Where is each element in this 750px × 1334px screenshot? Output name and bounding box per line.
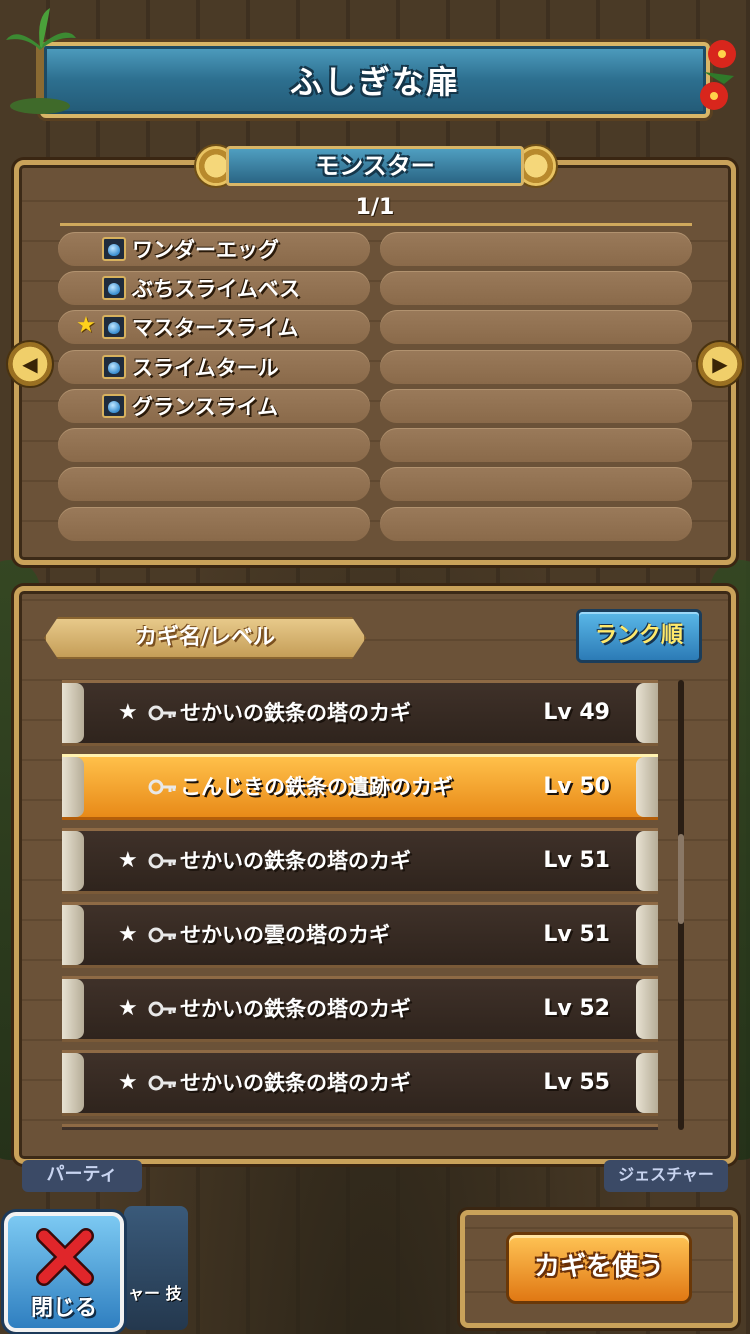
key-level: Lv 50: [543, 774, 610, 799]
character-skill-tile[interactable]: ャー 技: [124, 1206, 188, 1330]
key-name: こんじきの鉄条の遺跡のカギ: [180, 775, 453, 799]
scroll-ornament-left: [62, 905, 84, 965]
monster-name: ワンダーエッグ: [132, 238, 279, 262]
key-row-selected[interactable]: こんじきの鉄条の遺跡のカギ Lv 50: [62, 754, 658, 820]
divider: [60, 223, 692, 226]
key-star-icon: ★: [118, 1070, 138, 1095]
monster-slot[interactable]: グランスライム: [58, 389, 370, 423]
slime-icon: [102, 355, 126, 379]
monster-slot-empty: [380, 232, 692, 266]
key-star-icon: ★: [118, 996, 138, 1021]
monster-slot-empty: [58, 467, 370, 501]
key-icon: [148, 779, 176, 795]
key-level: Lv 55: [543, 1070, 610, 1095]
key-sort-header: カギ名/レベル: [44, 617, 366, 659]
page-title: ふしぎな扉: [289, 63, 460, 101]
favorite-star-icon: ★: [76, 313, 96, 338]
key-level: Lv 51: [543, 848, 610, 873]
scroll-ornament-left: [62, 683, 84, 743]
key-level: Lv 49: [543, 700, 610, 725]
key-row[interactable]: ★ せかいの雲の塔のカギ Lv 51: [62, 902, 658, 968]
scroll-ornament-right: [636, 1053, 658, 1113]
close-button[interactable]: 閉じる: [4, 1212, 124, 1332]
arrow-left-icon: ◀: [22, 352, 38, 376]
key-name: せかいの鉄条の塔のカギ: [180, 701, 411, 725]
key-icon: [148, 927, 176, 943]
use-key-button[interactable]: カギを使う: [506, 1232, 692, 1304]
arrow-right-icon: ▶: [712, 352, 728, 376]
scroll-ornament-left: [62, 757, 84, 817]
scroll-ornament-right: [636, 979, 658, 1039]
key-level: Lv 51: [543, 922, 610, 947]
key-icon: [148, 705, 176, 721]
key-star-icon: ★: [118, 700, 138, 725]
monster-name: マスタースライム: [132, 316, 299, 340]
key-list-scrollbar-thumb[interactable]: [678, 834, 684, 924]
key-icon: [148, 853, 176, 869]
slime-icon: [102, 394, 126, 418]
key-row[interactable]: ★ せかいの鉄条の塔のカギ Lv 55: [62, 1050, 658, 1116]
key-sort-header-label: カギ名/レベル: [134, 625, 276, 650]
party-tab[interactable]: パーティ: [22, 1160, 142, 1192]
use-key-button-label: カギを使う: [533, 1252, 664, 1282]
monster-banner-label: モンスター: [315, 152, 435, 180]
monster-slot-empty: [58, 507, 370, 541]
monster-slot-empty: [380, 310, 692, 344]
monster-slot-empty: [380, 271, 692, 305]
key-icon: [148, 1075, 176, 1091]
monster-name: ぶちスライムベス: [132, 277, 301, 301]
monster-name: スライムタール: [132, 356, 279, 380]
prev-page-button[interactable]: ◀: [6, 340, 54, 388]
monster-banner: モンスター: [226, 146, 524, 186]
next-page-button[interactable]: ▶: [696, 340, 744, 388]
slime-icon: [102, 276, 126, 300]
monster-slot[interactable]: スライムタール: [58, 350, 370, 384]
monster-slot[interactable]: ぶちスライムベス: [58, 271, 370, 305]
key-star-icon: ★: [118, 922, 138, 947]
monster-name: グランスライム: [132, 395, 279, 419]
title-banner: ふしぎな扉: [40, 42, 710, 118]
scroll-ornament-right: [636, 757, 658, 817]
scroll-ornament-right: [636, 683, 658, 743]
slime-icon: [102, 315, 126, 339]
monster-slot-empty: [380, 467, 692, 501]
palm-tree-icon: [6, 8, 76, 114]
rank-sort-button[interactable]: ランク順: [576, 609, 702, 663]
scroll-ornament-left: [62, 831, 84, 891]
close-icon: [36, 1228, 94, 1286]
page-indicator: 1/1: [355, 195, 395, 220]
monster-slot-empty: [380, 507, 692, 541]
scroll-ornament-left: [62, 1053, 84, 1113]
key-name: せかいの鉄条の塔のカギ: [180, 849, 411, 873]
monster-slot-empty: [380, 350, 692, 384]
scroll-ornament-right: [636, 831, 658, 891]
rank-sort-button-label: ランク順: [594, 623, 683, 648]
key-star-icon: ★: [118, 848, 138, 873]
key-row[interactable]: ★ せかいの鉄条の塔のカギ Lv 49: [62, 680, 658, 746]
monster-slot-empty: [58, 428, 370, 462]
key-name: せかいの鉄条の塔のカギ: [180, 1071, 411, 1095]
key-row[interactable]: ★ せかいの鉄条の塔のカギ Lv 51: [62, 828, 658, 894]
key-level: Lv 52: [543, 996, 610, 1021]
key-name: せかいの雲の塔のカギ: [180, 923, 390, 947]
key-icon: [148, 1001, 176, 1017]
scroll-ornament-right: [636, 905, 658, 965]
key-row-partial[interactable]: [62, 1124, 658, 1130]
slime-icon: [102, 237, 126, 261]
monster-slot[interactable]: ワンダーエッグ: [58, 232, 370, 266]
close-button-label: 閉じる: [30, 1296, 97, 1321]
monster-slot[interactable]: マスタースライム: [58, 310, 370, 344]
key-row[interactable]: ★ せかいの鉄条の塔のカギ Lv 52: [62, 976, 658, 1042]
monster-slot-empty: [380, 389, 692, 423]
character-skill-label: ャー 技: [128, 1284, 182, 1303]
monster-slot-empty: [380, 428, 692, 462]
gesture-tab[interactable]: ジェスチャー: [604, 1160, 728, 1192]
key-list: ★ せかいの鉄条の塔のカギ Lv 49 こんじきの鉄条の遺跡のカギ Lv 50 …: [62, 680, 658, 1130]
scroll-ornament-left: [62, 979, 84, 1039]
hibiscus-icon: [700, 40, 736, 110]
key-name: せかいの鉄条の塔のカギ: [180, 997, 411, 1021]
